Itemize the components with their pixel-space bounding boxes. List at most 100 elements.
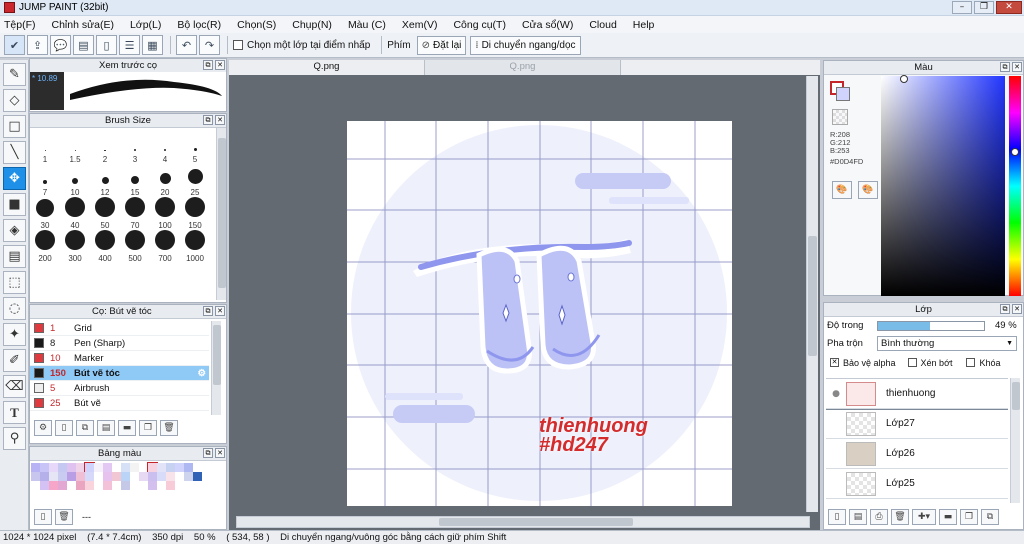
comment-icon[interactable]: ▤ xyxy=(73,35,94,55)
layer-duplicate-icon[interactable]: ❐ xyxy=(960,509,978,525)
speech-bubble-icon[interactable]: 💬 xyxy=(50,35,71,55)
new-palette-icon[interactable]: ▯ xyxy=(34,509,52,525)
select-rect-icon[interactable]: ⬚ xyxy=(3,271,26,294)
palette-swatch[interactable] xyxy=(139,472,148,481)
brush-size-cell[interactable]: 5 xyxy=(180,131,210,164)
brush-list-scrollbar[interactable] xyxy=(211,321,221,415)
palette-swatch[interactable] xyxy=(166,472,175,481)
palette-swatch[interactable] xyxy=(49,481,58,490)
menu-layer[interactable]: Lớp(L) xyxy=(130,19,161,31)
color-field[interactable] xyxy=(881,75,1005,296)
protect-alpha-checkbox[interactable]: ✕ xyxy=(830,358,839,367)
layer-row[interactable]: Lớp25 xyxy=(826,469,1008,499)
palette-swatch[interactable] xyxy=(184,481,193,490)
copy-brush-icon[interactable]: ⧉ xyxy=(76,420,94,436)
palette-swatch[interactable] xyxy=(67,463,76,472)
close-icon[interactable]: ✕ xyxy=(215,60,225,70)
reset-button[interactable]: ⊘ Đặt lại xyxy=(416,35,467,55)
palette-swatch[interactable] xyxy=(103,481,112,490)
menu-window[interactable]: Cửa sổ(W) xyxy=(522,19,573,31)
palette-swatch[interactable] xyxy=(58,481,67,490)
gear-icon[interactable]: ⚙ xyxy=(197,368,206,379)
layer-scrollbar[interactable] xyxy=(1010,378,1020,503)
brush-size-cell[interactable]: 1000 xyxy=(180,230,210,263)
layer-row[interactable]: Lớp27 xyxy=(826,409,1008,439)
palette-swatch[interactable] xyxy=(121,463,130,472)
palette-swatch[interactable] xyxy=(166,463,175,472)
hue-slider[interactable] xyxy=(1009,76,1021,296)
move-hv-button[interactable]: ⁞ Di chuyển ngang/dọc xyxy=(470,35,581,55)
brush-size-cell[interactable]: 700 xyxy=(150,230,180,263)
brush-size-cell[interactable]: 15 xyxy=(120,164,150,197)
layer-file-icon[interactable]: ⎙ xyxy=(870,509,888,525)
palette-swatch[interactable] xyxy=(184,472,193,481)
palette-swatch[interactable] xyxy=(58,463,67,472)
palette-swatch[interactable] xyxy=(31,463,40,472)
eyedropper-palette-icon[interactable]: 🎨 xyxy=(858,181,878,199)
layer-row[interactable]: Lớp26 xyxy=(826,439,1008,469)
menu-filter[interactable]: Bộ lọc(R) xyxy=(177,19,221,31)
palette-swatch[interactable] xyxy=(76,472,85,481)
palette-swatch[interactable] xyxy=(157,472,166,481)
palette-swatch[interactable] xyxy=(85,472,94,481)
menu-cloud[interactable]: Cloud xyxy=(589,19,616,31)
brush-size-cell[interactable]: 1.5 xyxy=(60,131,90,164)
close-icon[interactable]: ✕ xyxy=(215,306,225,316)
palette-swatch[interactable] xyxy=(121,481,130,490)
brush-size-cell[interactable]: 40 xyxy=(60,197,90,230)
menu-view[interactable]: Xem(V) xyxy=(402,19,438,31)
brush-list-item[interactable]: 1 Grid xyxy=(30,321,209,336)
bucket-tool-icon[interactable]: ◈ xyxy=(3,219,26,242)
close-icon[interactable]: ✕ xyxy=(1012,62,1022,72)
eyedropper-icon[interactable]: ⚲ xyxy=(3,427,26,450)
brush-size-cell[interactable]: 50 xyxy=(90,197,120,230)
layer-row[interactable]: ● thienhuong xyxy=(826,379,1008,410)
menu-tools[interactable]: Công cụ(T) xyxy=(453,19,506,31)
tab-q-png-active[interactable]: Q.png xyxy=(229,60,425,75)
brush-list-item[interactable]: 8 Pen (Sharp) xyxy=(30,336,209,351)
canvas-hscroll[interactable] xyxy=(236,516,810,528)
gradient-tool-icon[interactable]: ▤ xyxy=(3,245,26,268)
menu-color[interactable]: Màu (C) xyxy=(348,19,386,31)
palette-swatch[interactable] xyxy=(49,463,58,472)
document-canvas[interactable]: thienhuong #hd247 xyxy=(347,121,732,506)
minimize-button[interactable]: – xyxy=(952,1,972,14)
palette-swatch[interactable] xyxy=(112,472,121,481)
select-pen-icon[interactable]: ✐ xyxy=(3,349,26,372)
float-icon[interactable]: ⧉ xyxy=(203,115,213,125)
brush-size-cell[interactable]: 25 xyxy=(180,164,210,197)
menu-help[interactable]: Help xyxy=(633,19,655,31)
palette-swatch[interactable] xyxy=(49,472,58,481)
palette-swatch[interactable] xyxy=(94,463,103,472)
tab-q-png[interactable]: Q.png xyxy=(425,60,621,75)
text-tool-icon[interactable]: T xyxy=(3,401,26,424)
background-swatch[interactable] xyxy=(836,87,850,101)
rectangle-tool-icon[interactable]: □ xyxy=(3,115,26,138)
layer-merge-icon[interactable]: ⧉ xyxy=(981,509,999,525)
folder-icon[interactable]: ▬ xyxy=(118,420,136,436)
menu-capture[interactable]: Chụp(N) xyxy=(292,19,332,31)
brush-size-cell[interactable]: 10 xyxy=(60,164,90,197)
palette-swatch[interactable] xyxy=(112,463,121,472)
palette-swatch[interactable] xyxy=(193,481,202,490)
brush-size-cell[interactable]: 400 xyxy=(90,230,120,263)
brush-size-cell[interactable]: 3 xyxy=(120,131,150,164)
palette-swatch[interactable] xyxy=(103,472,112,481)
close-button[interactable]: ✕ xyxy=(996,1,1022,14)
float-icon[interactable]: ⧉ xyxy=(203,306,213,316)
palette-swatch[interactable] xyxy=(148,472,157,481)
float-icon[interactable]: ⧉ xyxy=(203,448,213,458)
palette-swatch[interactable] xyxy=(193,472,202,481)
float-icon[interactable]: ⧉ xyxy=(1000,62,1010,72)
undo-icon[interactable]: ↶ xyxy=(176,35,197,55)
brush-list-item[interactable]: 150 Bút vẽ tóc ⚙ xyxy=(30,366,209,381)
clip-checkbox[interactable] xyxy=(907,358,917,367)
palette-swatch[interactable] xyxy=(130,472,139,481)
new-brush-icon[interactable]: ▯ xyxy=(55,420,73,436)
select-eraser-icon[interactable]: ⌫ xyxy=(3,375,26,398)
pick-layer-checkbox[interactable] xyxy=(233,40,243,50)
list-icon[interactable]: ☰ xyxy=(119,35,140,55)
palette-swatch[interactable] xyxy=(139,481,148,490)
palette-swatch[interactable] xyxy=(175,481,184,490)
palette-swatch[interactable] xyxy=(112,481,121,490)
